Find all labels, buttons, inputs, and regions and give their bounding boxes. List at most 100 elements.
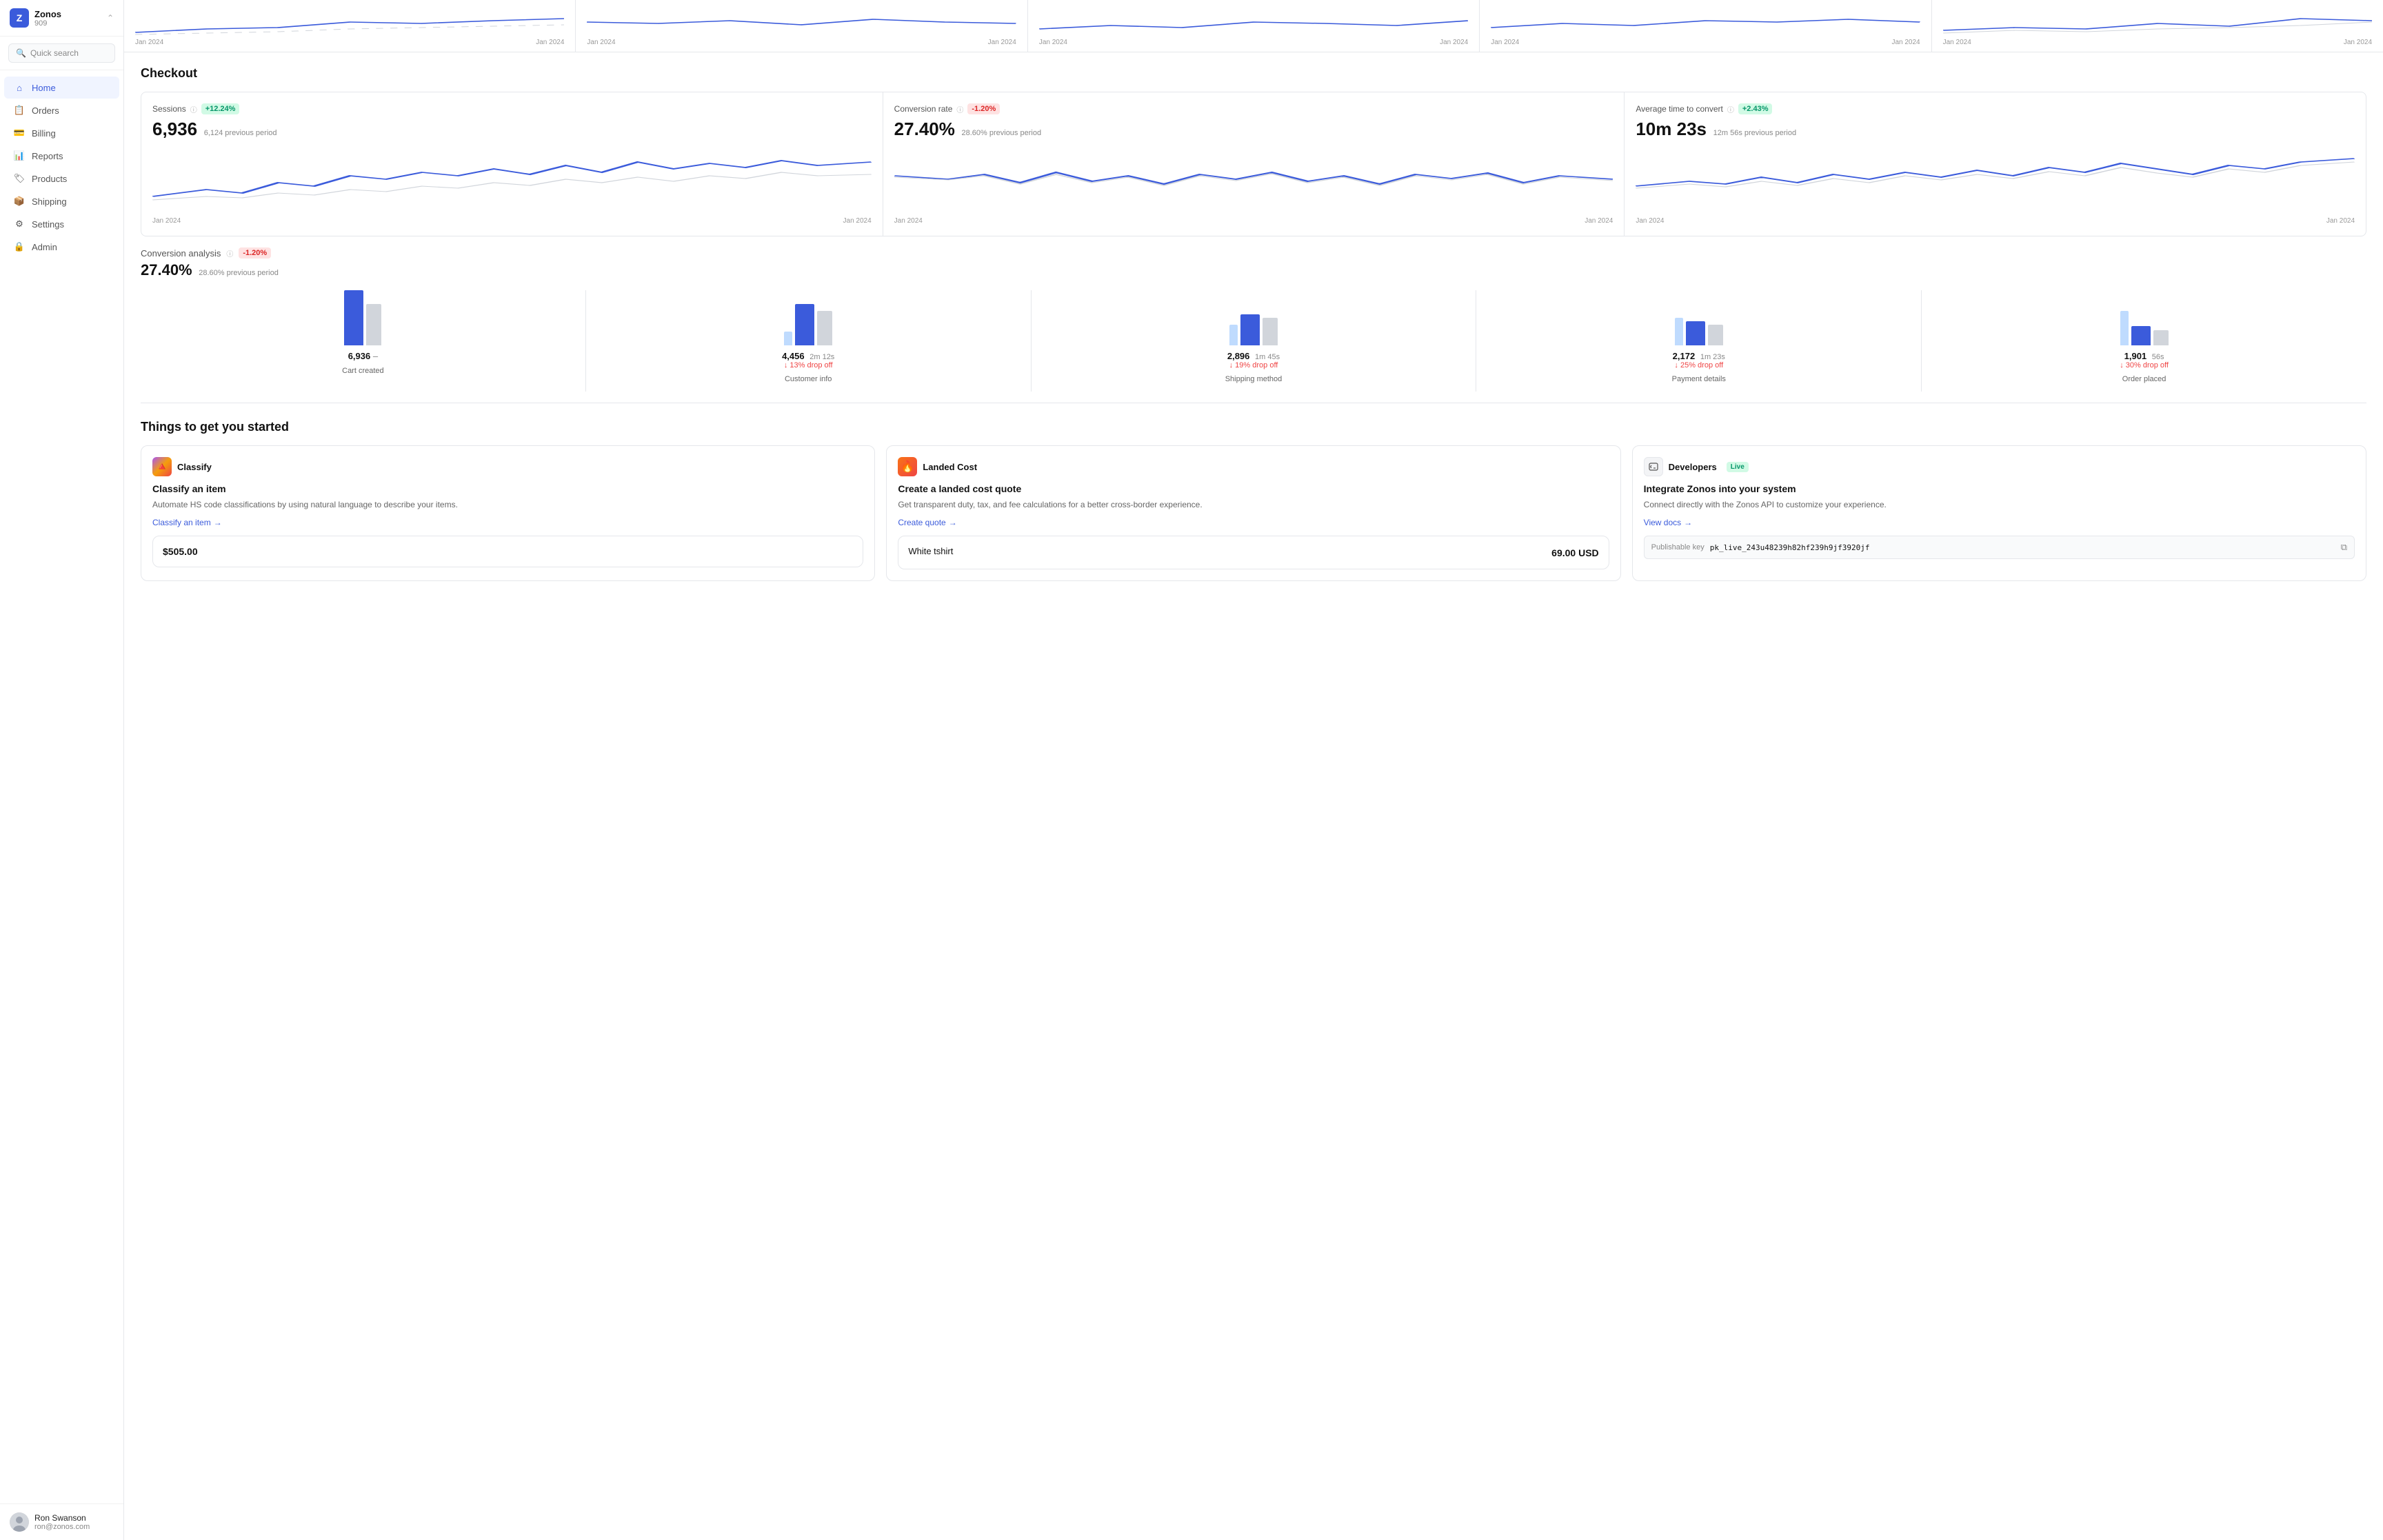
sidebar-item-label: Reports — [32, 151, 63, 161]
sessions-info-icon: ⓘ — [190, 104, 197, 114]
app-logo: Z — [10, 8, 29, 28]
avg-time-badge: +2.43% — [1738, 103, 1773, 114]
conversion-prev: 28.60% previous period — [961, 129, 1041, 137]
sidebar-item-settings[interactable]: ⚙ Settings — [4, 213, 119, 235]
top-chart-4: Jan 2024 Jan 2024 — [1480, 0, 1931, 52]
search-area: 🔍 Quick search — [0, 37, 123, 70]
user-profile[interactable]: Ron Swanson ron@zonos.com — [0, 1503, 123, 1540]
api-key-row: Publishable key pk_live_243u48239h82hf23… — [1644, 536, 2355, 559]
sidebar-nav: ⌂ Home 📋 Orders 💳 Billing 📊 Reports 🏷 Pr… — [0, 70, 123, 1503]
sessions-badge: +12.24% — [201, 103, 240, 114]
funnel-count: 2,172 — [1673, 351, 1696, 361]
developers-desc: Connect directly with the Zonos API to c… — [1644, 498, 2355, 511]
top-chart-3: Jan 2024 Jan 2024 — [1028, 0, 1480, 52]
sidebar-header: Z Zonos 909 ⌃ — [0, 0, 123, 37]
sidebar-item-label: Settings — [32, 219, 64, 230]
getting-started-title: Things to get you started — [141, 420, 2366, 434]
developers-icon — [1644, 457, 1663, 476]
sidebar-item-shipping[interactable]: 📦 Shipping — [4, 190, 119, 212]
sidebar-item-products[interactable]: 🏷 Products — [4, 168, 119, 190]
stat-sessions: Sessions ⓘ +12.24% 6,936 6,124 previous … — [141, 92, 883, 236]
sessions-chart — [152, 148, 872, 217]
funnel-shipping-method: 2,896 1m 45s ↓ 19% drop off Shipping met… — [1032, 290, 1477, 392]
conversion-analysis-prev: 28.60% previous period — [199, 269, 279, 277]
conversion-analysis-title: Conversion analysis — [141, 248, 221, 259]
conversion-value: 27.40% — [894, 119, 955, 139]
getting-started-section: Things to get you started 🔺 Classify Cla… — [141, 403, 2366, 598]
content-area: Checkout Sessions ⓘ +12.24% 6,936 6,124 … — [124, 52, 2383, 625]
brand-name: Zonos — [34, 9, 107, 19]
conversion-info-icon: ⓘ — [956, 104, 963, 114]
landed-cost-card: 🔥 Landed Cost Create a landed cost quote… — [886, 445, 1620, 581]
shipping-icon: 📦 — [14, 196, 25, 207]
developers-card: Developers Live Integrate Zonos into you… — [1632, 445, 2366, 581]
quick-search-button[interactable]: 🔍 Quick search — [8, 43, 115, 63]
conversion-chart — [894, 148, 1613, 217]
funnel-count: 6,936 — [348, 351, 371, 361]
landed-cost-icon: 🔥 — [898, 457, 917, 476]
sidebar-item-label: Home — [32, 83, 56, 93]
search-icon: 🔍 — [16, 48, 26, 58]
conversion-label: Conversion rate — [894, 104, 953, 114]
sidebar-item-billing[interactable]: 💳 Billing — [4, 122, 119, 144]
classify-icon-label: Classify — [177, 462, 212, 472]
sidebar-item-label: Orders — [32, 105, 59, 116]
item-name: White tshirt — [908, 546, 953, 556]
classify-link[interactable]: Classify an item → — [152, 518, 863, 527]
classify-demo-item: $505.00 — [152, 536, 863, 567]
api-key-label: Publishable key — [1651, 543, 1705, 551]
sidebar: Z Zonos 909 ⌃ 🔍 Quick search ⌂ Home 📋 Or… — [0, 0, 124, 1540]
top-chart-2: Jan 2024 Jan 2024 — [576, 0, 1027, 52]
sidebar-item-label: Admin — [32, 242, 57, 252]
classify-icon: 🔺 — [152, 457, 172, 476]
funnel-order-placed: 1,901 56s ↓ 30% drop off Order placed — [1922, 290, 2366, 392]
funnel-count: 1,901 — [2124, 351, 2147, 361]
arrow-right-icon: → — [214, 518, 222, 527]
settings-icon: ⚙ — [14, 219, 25, 230]
stat-avg-time: Average time to convert ⓘ +2.43% 10m 23s… — [1625, 92, 2366, 236]
create-quote-link[interactable]: Create quote → — [898, 518, 1609, 527]
landed-cost-desc: Get transparent duty, tax, and fee calcu… — [898, 498, 1609, 511]
view-docs-link[interactable]: View docs → — [1644, 518, 2355, 527]
conversion-analysis-badge: -1.20% — [239, 247, 271, 259]
sparkline-1 — [135, 8, 564, 36]
conversion-analysis-info-icon: ⓘ — [226, 248, 233, 259]
reports-icon: 📊 — [14, 150, 25, 161]
top-charts-row: Jan 2024 Jan 2024 Jan 2024 Jan 2024 — [124, 0, 2383, 52]
funnel-label: Order placed — [2122, 375, 2166, 383]
sidebar-item-label: Shipping — [32, 196, 67, 207]
chevron-down-icon[interactable]: ⌃ — [107, 13, 114, 23]
home-icon: ⌂ — [14, 82, 25, 93]
sidebar-item-label: Products — [32, 174, 67, 184]
funnel-chart: 6,936 – Cart created 4,456 2m 12s — [141, 290, 2366, 392]
conversion-badge: -1.20% — [967, 103, 1000, 114]
copy-api-key-button[interactable]: ⧉ — [2341, 542, 2347, 553]
landed-cost-heading: Create a landed cost quote — [898, 483, 1609, 494]
arrow-right-icon: → — [949, 518, 957, 527]
funnel-label: Shipping method — [1225, 375, 1283, 383]
classify-desc: Automate HS code classifications by usin… — [152, 498, 863, 511]
getting-started-cards: 🔺 Classify Classify an item Automate HS … — [141, 445, 2366, 581]
stat-conversion: Conversion rate ⓘ -1.20% 27.40% 28.60% p… — [883, 92, 1625, 236]
developers-heading: Integrate Zonos into your system — [1644, 483, 2355, 494]
checkout-title: Checkout — [141, 52, 2366, 92]
sidebar-item-home[interactable]: ⌂ Home — [4, 77, 119, 99]
user-name: Ron Swanson — [34, 1513, 90, 1523]
sidebar-item-orders[interactable]: 📋 Orders — [4, 99, 119, 121]
funnel-cart-created: 6,936 – Cart created — [141, 290, 586, 392]
white-tshirt-item: White tshirt 69.00 USD — [898, 536, 1609, 569]
admin-icon: 🔒 — [14, 241, 25, 252]
top-chart-5: Jan 2024 Jan 2024 — [1932, 0, 2383, 52]
funnel-label: Customer info — [785, 375, 832, 383]
sidebar-item-admin[interactable]: 🔒 Admin — [4, 236, 119, 258]
api-key-value: pk_live_243u48239h82hf239h9jf3920jf — [1710, 543, 2335, 552]
conversion-analysis: Conversion analysis ⓘ -1.20% 27.40% 28.6… — [141, 236, 2366, 403]
funnel-count: 4,456 — [782, 351, 805, 361]
avatar — [10, 1512, 29, 1532]
sessions-value: 6,936 — [152, 119, 197, 139]
bar-main — [344, 290, 363, 345]
arrow-right-icon: → — [1684, 518, 1692, 527]
sidebar-item-reports[interactable]: 📊 Reports — [4, 145, 119, 167]
conversion-analysis-value: 27.40% — [141, 261, 192, 278]
user-details: Ron Swanson ron@zonos.com — [34, 1513, 90, 1531]
